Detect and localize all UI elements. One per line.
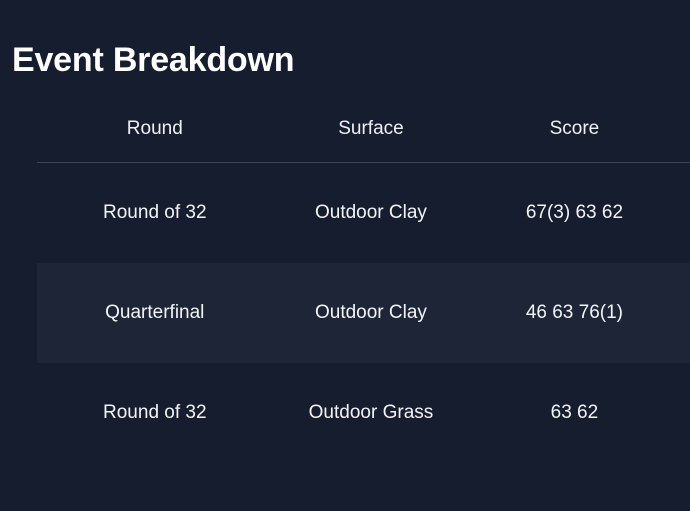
- results-table-container: Round Surface Score View Round of 32 Out…: [0, 118, 690, 463]
- cell-view: Results: [679, 263, 690, 363]
- table-header-row: Round Surface Score View: [0, 118, 690, 163]
- cell-surface: Outdoor Grass: [308, 402, 434, 423]
- event-breakdown-page: Event Breakdown Round Surface Score View: [0, 0, 690, 511]
- table-row: Quarterfinal Outdoor Clay 46 63 76(1) Re…: [0, 263, 690, 363]
- table-body: Round of 32 Outdoor Clay 67(3) 63 62 Res…: [0, 163, 690, 464]
- cell-player: [0, 163, 37, 264]
- page-title: Event Breakdown: [12, 40, 295, 79]
- cell-round: Round of 32: [103, 402, 207, 423]
- cell-view: Results: [679, 163, 690, 264]
- cell-view: Results: [679, 363, 690, 463]
- table-row: o Round of 32 Outdoor Grass 63 62 Result…: [0, 363, 690, 463]
- column-header-score: Score: [469, 118, 680, 163]
- cell-surface: Outdoor Clay: [314, 202, 427, 223]
- column-header-round: Round: [37, 118, 273, 163]
- cell-player: [0, 263, 37, 363]
- cell-surface: Outdoor Clay: [272, 263, 470, 363]
- column-header-player: [0, 118, 37, 163]
- cell-round: Round of 32: [103, 202, 207, 223]
- cell-score: 67(3) 63 62: [525, 202, 624, 223]
- column-header-view: View: [679, 118, 690, 163]
- table-header: Round Surface Score View: [0, 118, 690, 163]
- cell-round: Quarterfinal: [37, 263, 273, 363]
- cell-player: o: [0, 363, 37, 463]
- event-breakdown-table: Round Surface Score View Round of 32 Out…: [0, 118, 690, 463]
- cell-score: 46 63 76(1): [469, 263, 680, 363]
- column-header-surface: Surface: [272, 118, 470, 163]
- cell-score: 63 62: [550, 402, 599, 423]
- table-row: Round of 32 Outdoor Clay 67(3) 63 62 Res…: [0, 163, 690, 264]
